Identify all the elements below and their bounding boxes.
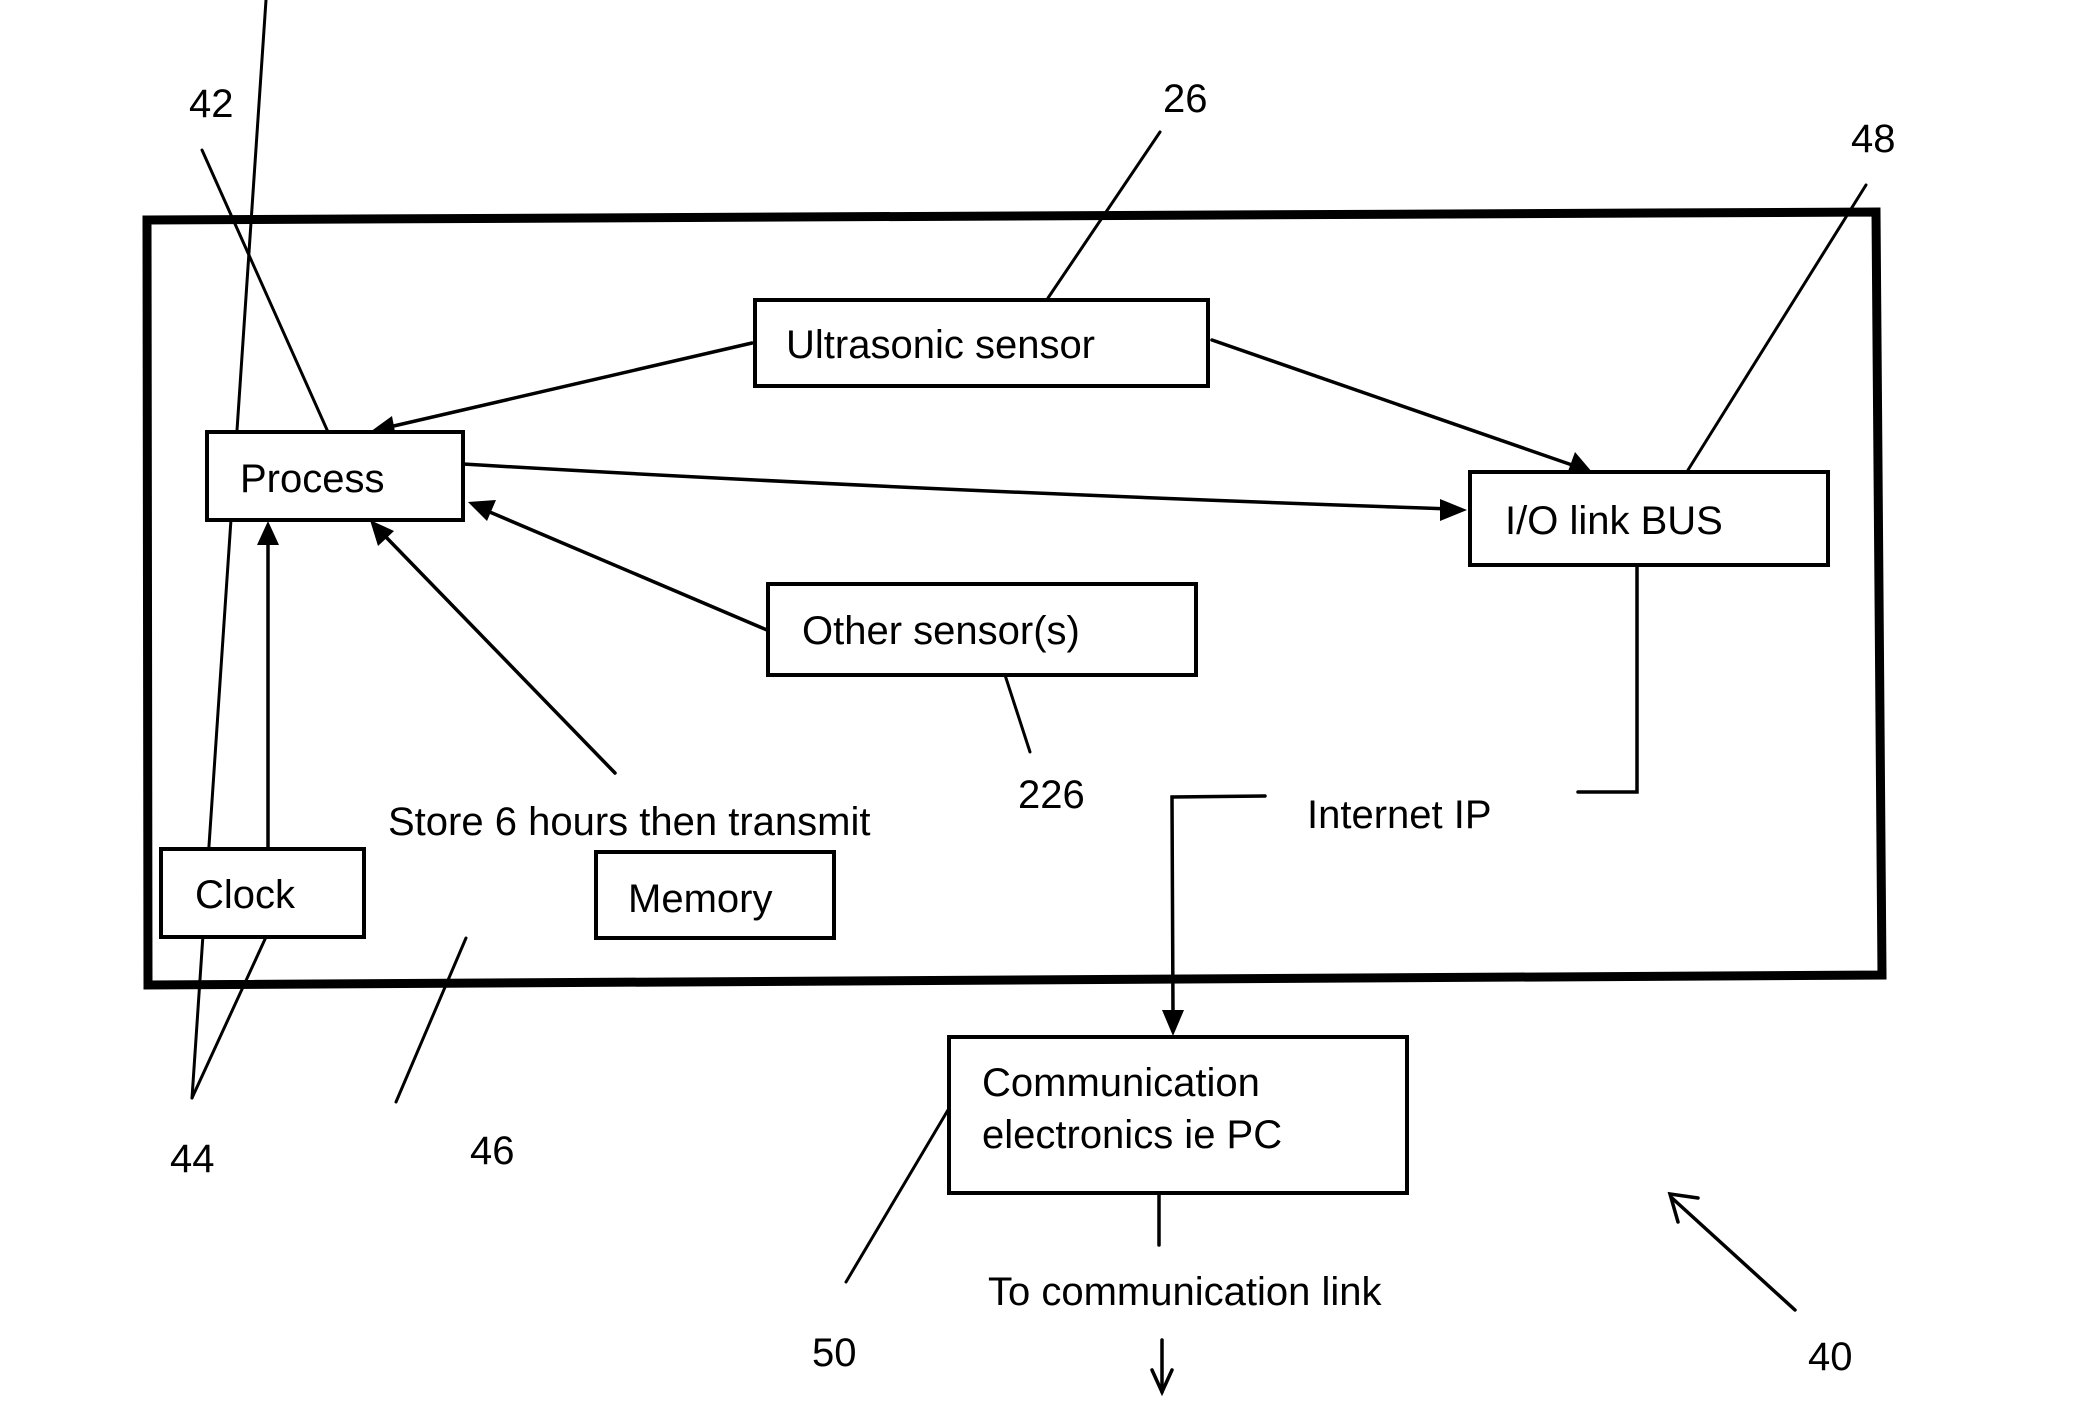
store-annotation: Store 6 hours then transmit [388, 800, 870, 844]
ref-226: 226 [1018, 773, 1085, 817]
leader-50 [844, 1108, 950, 1284]
leader-42 [200, 148, 330, 434]
ref-50: 50 [812, 1331, 857, 1375]
arrow-other-to-process [483, 508, 769, 632]
ultrasonic-sensor-label: Ultrasonic sensor [786, 323, 1095, 367]
leader-44 [190, 935, 268, 1100]
arrow-ultrasonic-to-io [1210, 338, 1577, 468]
arrow-process-to-io [461, 462, 1452, 511]
arrowhead [468, 500, 496, 521]
arrowhead [1440, 499, 1467, 521]
figure-40-arrow [1670, 1196, 1797, 1312]
process-box: Process [205, 430, 465, 522]
io-link-bus-label: I/O link BUS [1505, 499, 1723, 543]
memory-label: Memory [628, 877, 772, 921]
ref-40: 40 [1808, 1335, 1853, 1379]
ultrasonic-sensor-box: Ultrasonic sensor [753, 298, 1210, 388]
other-sensors-label: Other sensor(s) [802, 609, 1080, 653]
clock-label: Clock [195, 873, 296, 917]
leader-226 [1003, 673, 1032, 754]
leader-48 [1686, 183, 1868, 472]
ref-44: 44 [170, 1137, 215, 1181]
communication-box: Communication electronics ie PC [947, 1035, 1409, 1195]
arrowhead [257, 521, 279, 545]
arrowhead [1162, 1010, 1184, 1036]
process-label: Process [240, 457, 385, 501]
io-link-bus-box: I/O link BUS [1468, 470, 1830, 567]
arrow-store-to-process [382, 533, 617, 775]
internet-ip-annotation: Internet IP [1307, 793, 1492, 837]
to-link-annotation: To communication link [988, 1270, 1382, 1314]
arrow-ultrasonic-to-process [383, 341, 754, 430]
leader-46 [394, 936, 468, 1104]
ref-46: 46 [470, 1129, 515, 1173]
other-sensors-box: Other sensor(s) [766, 582, 1198, 677]
ref-48: 48 [1851, 117, 1896, 161]
ref-42: 42 [189, 82, 234, 126]
memory-box: Memory [594, 850, 836, 940]
block-diagram: Ultrasonic sensor Process I/O link BUS O… [142, 0, 1896, 1397]
connector-io-internet-right [1576, 563, 1639, 794]
ref-26: 26 [1163, 77, 1208, 121]
clock-box: Clock [159, 847, 366, 939]
communication-label-line2: electronics ie PC [982, 1113, 1282, 1157]
communication-label-line1: Communication [982, 1061, 1260, 1105]
